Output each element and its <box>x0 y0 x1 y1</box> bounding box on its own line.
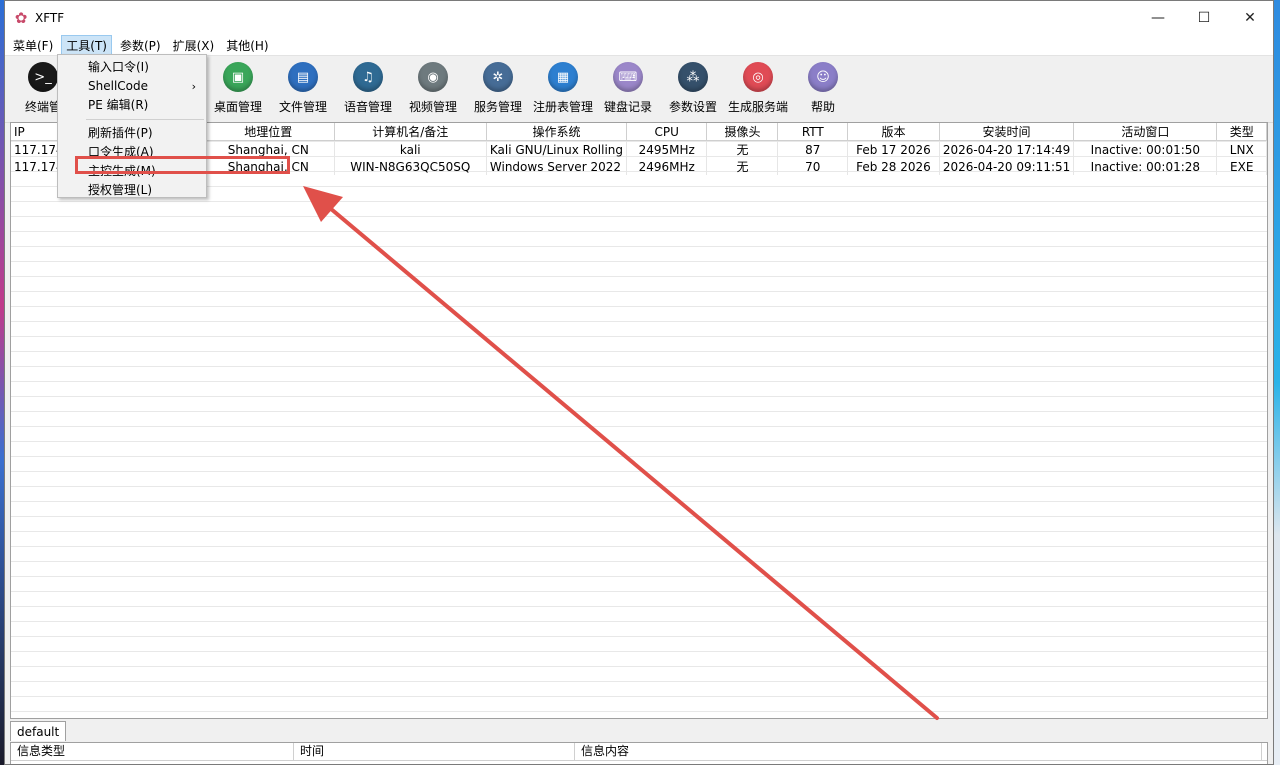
menu-bar: 菜单(F) 工具(T) 参数(P) 扩展(X) 其他(H) <box>5 34 1273 56</box>
menu-separator <box>86 119 204 120</box>
cell-active-window: Inactive: 00:01:28 <box>1073 158 1218 175</box>
log-panel: 信息类型 时间 信息内容 <box>10 742 1268 764</box>
col-cpu[interactable]: CPU <box>626 123 708 141</box>
menu-item-shellcode-label: ShellCode <box>88 79 148 93</box>
registry-icon: ▦ <box>548 62 578 92</box>
help-icon: ☺ <box>808 62 838 92</box>
minimize-button[interactable]: — <box>1135 1 1181 35</box>
cell-camera: 无 <box>706 158 779 175</box>
settings-button[interactable]: ⁂ 参数设置 <box>661 62 725 115</box>
cell-version: Feb 28 2026 <box>847 158 940 175</box>
menu-extend[interactable]: 扩展(X) <box>169 36 219 55</box>
help-label: 帮助 <box>810 100 835 114</box>
host-list[interactable]: IP 地理位置 计算机名/备注 操作系统 CPU 摄像头 RTT 版本 安装时间… <box>10 122 1268 719</box>
cell-type: LNX <box>1216 140 1267 158</box>
cell-rtt: 70 <box>777 158 849 175</box>
col-os[interactable]: 操作系统 <box>486 123 628 141</box>
gear-icon: ✲ <box>483 62 513 92</box>
cell-cpu: 2496MHz <box>626 158 708 175</box>
cell-os: Windows Server 2022 <box>486 158 628 175</box>
menu-item-shellcode[interactable]: ShellCode › <box>58 77 206 96</box>
audio-icon: ♫ <box>353 62 383 92</box>
service-manager-label: 服务管理 <box>473 100 522 114</box>
menu-other[interactable]: 其他(H) <box>222 36 272 55</box>
cell-type: EXE <box>1216 158 1267 175</box>
menu-item-license-manage[interactable]: 授权管理(L) <box>58 181 206 200</box>
menu-item-pe-edit[interactable]: PE 编辑(R) <box>58 96 206 115</box>
log-col-content[interactable]: 信息内容 <box>575 743 1262 760</box>
build-server-button[interactable]: ◎ 生成服务端 <box>726 62 790 115</box>
cell-hostname: WIN-N8G63QC50SQ <box>334 158 487 175</box>
submenu-arrow-icon: › <box>191 80 196 93</box>
window-title: XFTF <box>35 11 65 25</box>
audio-manager-button[interactable]: ♫ 语音管理 <box>336 62 400 115</box>
keylogger-label: 键盘记录 <box>603 100 652 114</box>
keyboard-icon: ⌨ <box>613 62 643 92</box>
settings-label: 参数设置 <box>668 100 717 114</box>
log-col-type[interactable]: 信息类型 <box>11 743 294 760</box>
col-active-window[interactable]: 活动窗口 <box>1073 123 1218 141</box>
cell-rtt: 87 <box>777 140 849 158</box>
cell-version: Feb 17 2026 <box>847 140 940 158</box>
col-hostname[interactable]: 计算机名/备注 <box>334 123 487 141</box>
help-button[interactable]: ☺ 帮助 <box>791 62 855 115</box>
desktop-manager-button[interactable]: ▣ 桌面管理 <box>206 62 270 115</box>
menu-params[interactable]: 参数(P) <box>116 36 165 55</box>
file-manager-button[interactable]: ▤ 文件管理 <box>271 62 335 115</box>
video-manager-label: 视频管理 <box>408 100 457 114</box>
desktop-icon: ▣ <box>223 62 253 92</box>
audio-manager-label: 语音管理 <box>343 100 392 114</box>
tab-strip: default <box>10 721 67 741</box>
annotation-highlight-box <box>75 156 290 174</box>
video-manager-button[interactable]: ◉ 视频管理 <box>401 62 465 115</box>
camera-icon: ◉ <box>418 62 448 92</box>
cell-os: Kali GNU/Linux Rolling <box>486 140 628 158</box>
desktop-manager-label: 桌面管理 <box>213 100 262 114</box>
tools-dropdown-menu: 输入口令(I) ShellCode › PE 编辑(R) 刷新插件(P) 口令生… <box>57 54 207 198</box>
col-location[interactable]: 地理位置 <box>202 123 335 141</box>
registry-manager-label: 注册表管理 <box>532 100 593 114</box>
title-bar[interactable]: ✿ XFTF — ☐ ✕ <box>5 1 1273 35</box>
cell-install-time: 2026-04-20 09:11:51 <box>939 158 1075 175</box>
log-col-time[interactable]: 时间 <box>294 743 575 760</box>
menu-item-refresh-plugins[interactable]: 刷新插件(P) <box>58 124 206 143</box>
build-icon: ◎ <box>743 62 773 92</box>
col-install-time[interactable]: 安装时间 <box>939 123 1075 141</box>
tab-default[interactable]: default <box>10 721 67 741</box>
keylogger-button[interactable]: ⌨ 键盘记录 <box>596 62 660 115</box>
cell-cpu: 2495MHz <box>626 140 708 158</box>
menu-tools[interactable]: 工具(T) <box>61 34 112 56</box>
cell-camera: 无 <box>706 140 779 158</box>
cell-active-window: Inactive: 00:01:50 <box>1073 140 1218 158</box>
file-manager-label: 文件管理 <box>278 100 327 114</box>
col-version[interactable]: 版本 <box>847 123 940 141</box>
build-server-label: 生成服务端 <box>727 100 788 114</box>
app-logo-icon: ✿ <box>14 9 28 27</box>
terminal-icon: >_ <box>28 62 58 92</box>
cell-install-time: 2026-04-20 17:14:49 <box>939 140 1075 158</box>
menu-main[interactable]: 菜单(F) <box>9 36 57 55</box>
cell-hostname: kali <box>334 140 487 158</box>
col-camera[interactable]: 摄像头 <box>706 123 779 141</box>
col-rtt[interactable]: RTT <box>777 123 849 141</box>
service-manager-button[interactable]: ✲ 服务管理 <box>466 62 530 115</box>
settings-icon: ⁂ <box>678 62 708 92</box>
col-type[interactable]: 类型 <box>1216 123 1267 141</box>
close-button[interactable]: ✕ <box>1227 1 1273 35</box>
menu-item-input-password[interactable]: 输入口令(I) <box>58 58 206 77</box>
registry-manager-button[interactable]: ▦ 注册表管理 <box>531 62 595 115</box>
maximize-button[interactable]: ☐ <box>1181 1 1227 35</box>
file-icon: ▤ <box>288 62 318 92</box>
